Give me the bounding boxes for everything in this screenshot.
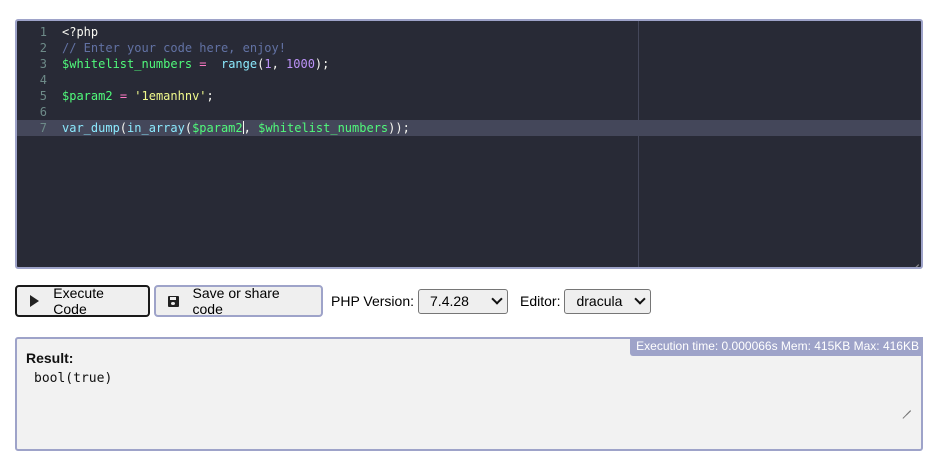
editor-resize-handle[interactable] [911, 257, 919, 265]
save-share-button[interactable]: Save or share code [154, 285, 323, 317]
chevron-down-icon [634, 293, 647, 305]
code-token: ); [314, 57, 330, 71]
result-panel[interactable]: Execution time: 0.000066s Mem: 415KB Max… [15, 337, 923, 451]
code-editor[interactable]: 1 <?php 2 // Enter your code here, enjoy! 3 $… [15, 19, 923, 269]
code-line[interactable]: 4 [17, 72, 921, 88]
code-line[interactable]: 1 <?php [17, 24, 921, 40]
php-version-label: PHP Version: [331, 293, 415, 309]
code-line[interactable]: 2 // Enter your code here, enjoy! [17, 40, 921, 56]
code-token: var_dump [62, 121, 120, 135]
code-token: = [119, 89, 128, 103]
line-number: 4 [39, 73, 47, 87]
result-title: Result: [26, 350, 74, 366]
code-line-text: $whitelist_numbers = range(1, 1000); [62, 56, 329, 72]
code-token: , [271, 57, 287, 71]
code-line[interactable]: 5 $param2 = '1emanhnv'; [17, 88, 921, 104]
play-icon [29, 295, 40, 307]
code-line-text: var_dump(in_array($param2, $whitelist_nu… [62, 120, 410, 136]
code-token: ( [184, 121, 193, 135]
php-version-select[interactable]: 7.4.28 [418, 288, 509, 314]
code-token: 1000 [286, 57, 315, 71]
php-version-value: 7.4.28 [430, 293, 469, 309]
editor-theme-value: dracula [576, 293, 623, 309]
code-token: '1emanhnv' [134, 89, 207, 103]
result-output: bool(true) [34, 371, 113, 386]
code-token: $whitelist_numbers [62, 57, 193, 71]
code-line[interactable]: 6 [17, 104, 921, 120]
chevron-down-icon [491, 293, 503, 305]
code-token: )); [388, 121, 410, 135]
save-share-label: Save or share code [192, 285, 280, 317]
code-token: <?php [62, 25, 99, 39]
code-line[interactable]: 3 $whitelist_numbers = range(1, 1000); [17, 56, 921, 72]
code-line-text: // Enter your code here, enjoy! [62, 40, 286, 56]
editor-label: Editor: [520, 293, 561, 309]
code-token: ; [206, 89, 214, 103]
code-token: in_array [127, 121, 185, 135]
execute-code-button[interactable]: Execute Code [15, 285, 150, 317]
code-line-text: <?php [62, 24, 98, 40]
code-token: $param2 [192, 121, 243, 135]
execute-code-label: Execute Code [53, 285, 104, 317]
execution-info-badge: Execution time: 0.000066s Mem: 415KB Max… [630, 337, 923, 356]
code-token: = [199, 57, 207, 71]
code-token: ( [119, 121, 128, 135]
line-number: 7 [39, 121, 47, 135]
toolbar: Execute Code Save or share code PHP Vers… [15, 285, 652, 317]
line-number: 1 [39, 25, 47, 39]
code-token: , [243, 121, 259, 135]
floppy-disk-icon [168, 295, 180, 307]
line-number: 3 [39, 57, 47, 71]
code-token: $param2 [62, 89, 113, 103]
result-resize-handle[interactable] [903, 403, 911, 411]
code-area[interactable]: 1 <?php 2 // Enter your code here, enjoy! 3 $… [17, 21, 921, 267]
code-token: 1 [264, 57, 272, 71]
code-token: $whitelist_numbers [258, 121, 389, 135]
line-number: 5 [39, 89, 47, 103]
code-token: range [220, 57, 258, 71]
code-line[interactable]: 7 var_dump(in_array($param2, $whitelist_n… [17, 120, 921, 136]
code-line-text: $param2 = '1emanhnv'; [62, 88, 214, 104]
line-number: 2 [39, 41, 47, 55]
line-number: 6 [39, 105, 47, 119]
code-token: // Enter your code here, enjoy! [62, 41, 286, 55]
editor-theme-select[interactable]: dracula [564, 288, 652, 314]
